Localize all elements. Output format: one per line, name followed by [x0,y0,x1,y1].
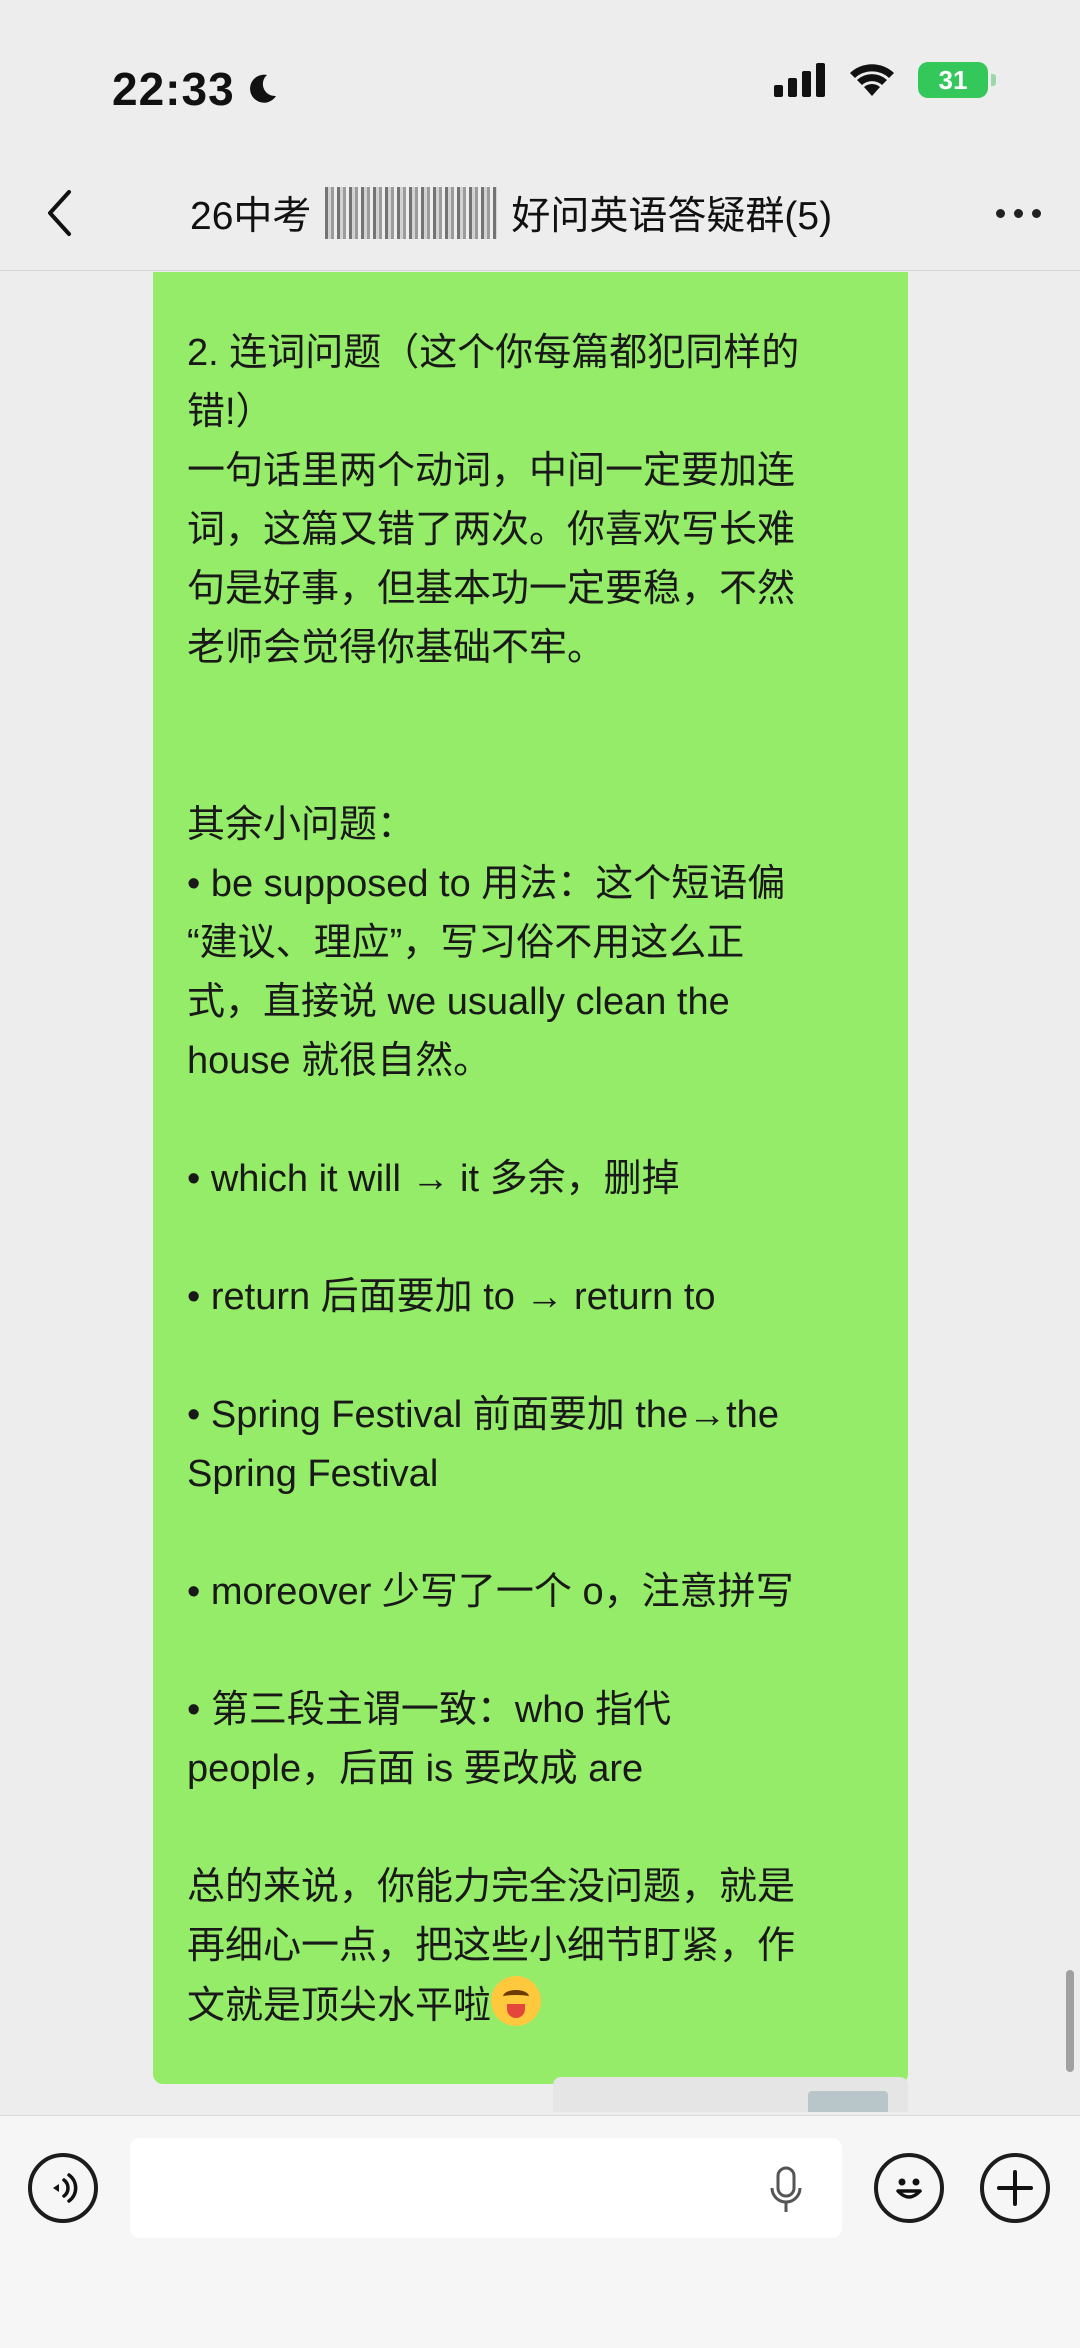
microphone-icon[interactable] [768,2166,804,2214]
message-line: • moreover 少写了一个 o，注意拼写 [187,1571,794,1613]
status-time: 22:33 [112,62,279,116]
more-options-button[interactable] [986,183,1050,243]
voice-button[interactable] [28,2153,98,2223]
chat-title[interactable]: 26中考 好问英语答疑群(5) [190,183,832,243]
message-bubble[interactable]: 2. 连词问题（这个你每篇都犯同样的 错!） 一句话里两个动词，中间一定要加连 … [153,272,908,2084]
battery-icon: 31 [918,62,996,98]
wifi-icon [850,64,894,96]
plus-icon [997,2170,1033,2206]
message-input[interactable] [130,2138,842,2238]
message-line: 一句话里两个动词，中间一定要加连 [187,450,796,492]
more-dot-icon [1031,208,1041,218]
message-line: 句是好事，但基本功一定要稳，不然 [187,568,796,610]
battery-level: 31 [938,64,968,95]
chevron-left-icon [48,190,71,236]
message-line: 老师会觉得你基础不牢。 [187,627,606,669]
thumbnail-image [808,2091,888,2112]
message-line: house 就很自然。 [187,1040,492,1082]
voice-icon [53,2173,78,2203]
message-line-last: 文就是顶尖水平啦 [187,1976,872,2036]
chat-title-suffix: 好问英语答疑群(5) [511,195,833,238]
message-line: 词，这篇又错了两次。你喜欢写长难 [187,509,796,551]
chat-header: 26中考 好问英语答疑群(5) [0,155,1080,271]
message-line: • which it will → it 多余，删掉 [187,1158,680,1200]
message-line: Spring Festival [187,1453,439,1495]
status-bar: 22:33 31 [0,0,1080,175]
message-line: • Spring Festival 前面要加 the→the [187,1394,779,1436]
message-line: 再细心一点，把这些小细节盯紧，作 [187,1925,796,1967]
status-icons: 31 [774,62,996,98]
next-message-preview[interactable] [553,2077,908,2112]
message-line: • be supposed to 用法：这个短语偏 [187,863,786,905]
clock-text: 22:33 [112,63,235,115]
message-line: • 第三段主谓一致：who 指代 [187,1689,672,1731]
message-line: 总的来说，你能力完全没问题，就是 [187,1866,796,1908]
chat-area[interactable]: 2. 连词问题（这个你每篇都犯同样的 错!） 一句话里两个动词，中间一定要加连 … [0,272,1080,2112]
message-line: 文就是顶尖水平啦 [187,1985,492,2027]
more-dot-icon [1013,208,1023,218]
message-line: people，后面 is 要改成 are [187,1748,644,1790]
signal-icon [774,63,825,97]
message-line: 其余小问题： [187,804,416,846]
scrollbar[interactable] [1066,1970,1074,2072]
message-line: “建议、理应”，写习俗不用这么正 [187,922,745,964]
more-dot-icon [995,208,1005,218]
input-bar [0,2115,1080,2348]
chat-title-prefix: 26中考 [190,195,312,238]
message-line: 式，直接说 we usually clean the [187,981,730,1023]
message-line: 错!） [187,391,274,433]
add-button[interactable] [980,2153,1050,2223]
message-line: 2. 连词问题（这个你每篇都犯同样的 [187,332,800,374]
emoji-button[interactable] [874,2153,944,2223]
smiley-icon [896,2178,922,2199]
moon-icon [249,74,276,103]
redacted-text [325,187,498,239]
back-button[interactable] [34,183,86,243]
message-line: • return 后面要加 to → return to [187,1276,716,1318]
tongue-out-emoji-icon [491,1976,542,2026]
